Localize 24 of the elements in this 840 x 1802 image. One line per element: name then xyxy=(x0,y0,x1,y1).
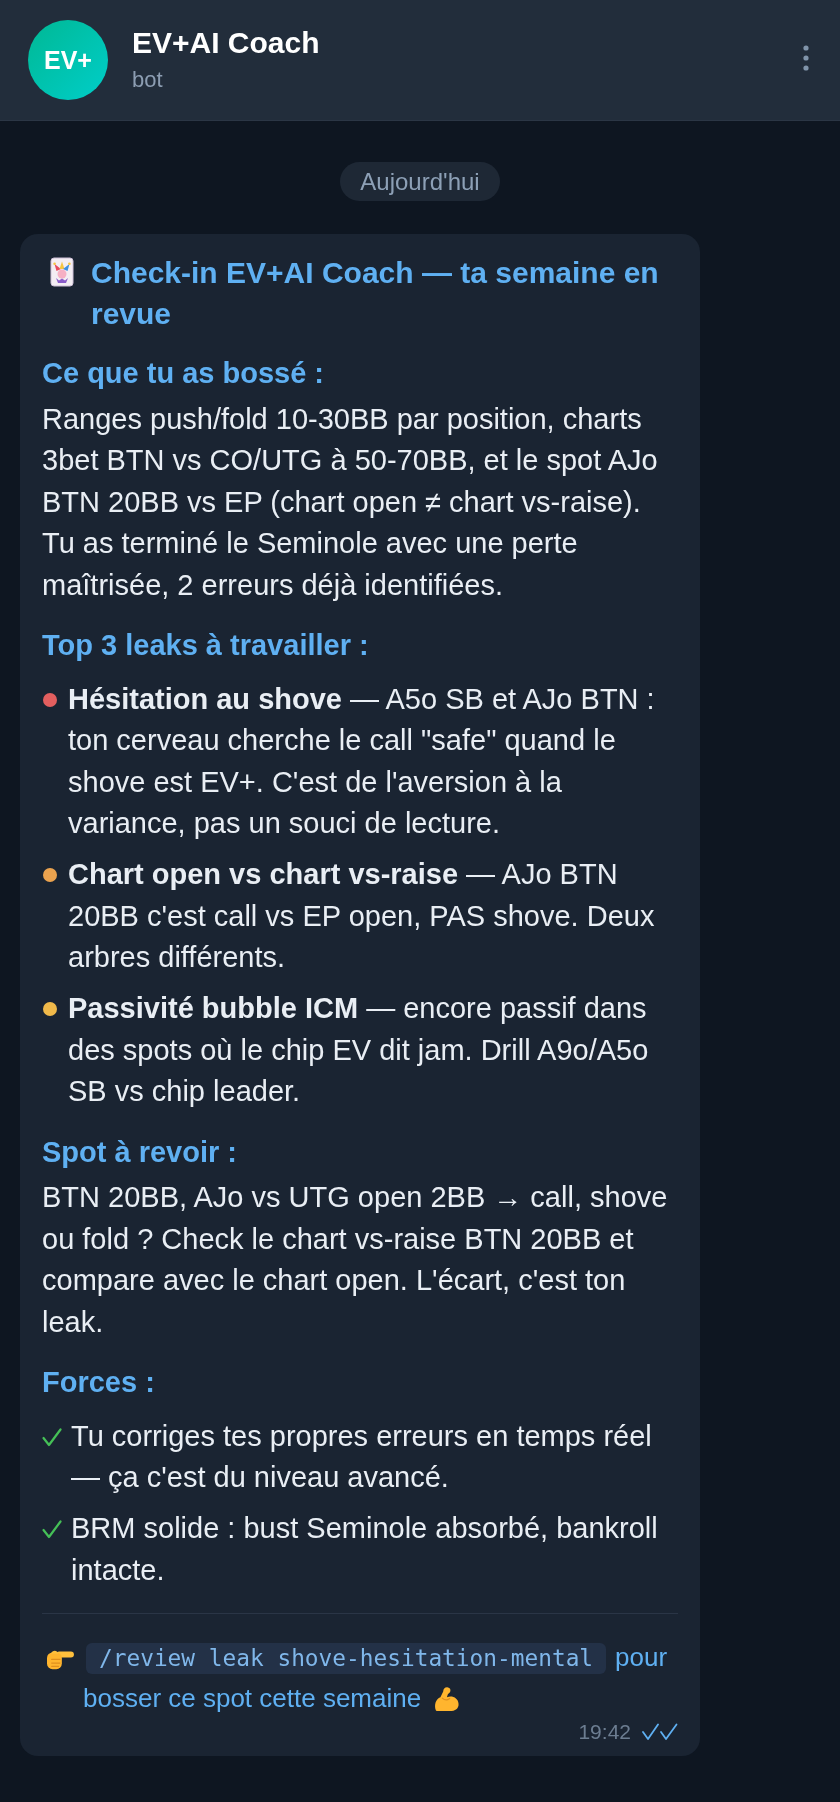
strength-item-text: BRM solide : bust Seminole absorbé, bankroll intacte. xyxy=(71,1511,659,1588)
section-text: BTN 20BB, AJo vs UTG open 2BB → call, shove ou fold ? Check le chart vs-raise BTN 20BB et compare avec le chart open. L'écart, c'est ton leak. xyxy=(42,1180,669,1340)
message-title: Check-in EV+AI Coach — ta semaine en revue xyxy=(91,255,660,332)
section-heading: Spot à revoir : xyxy=(42,1134,238,1170)
section-text: Ranges push/fold 10-30BB par position, charts 3bet BTN vs CO/UTG à 50-70BB, et le spot AJo BTN 20BB vs EP (chart open ≠ chart vs-raise). Tu as terminé le Seminole avec une perte maîtrisée, 2 erreurs déjà identifiées. xyxy=(42,401,659,603)
avatar: EV+ xyxy=(28,20,108,100)
section-heading: Top 3 leaks à travailler : xyxy=(42,628,370,663)
chat-subtitle: bot xyxy=(132,67,164,93)
leak-item-text: Passivité bubble ICM — encore passif dans des spots où le chip EV dit jam. Drill A9o/A5o SB vs chip leader. xyxy=(68,991,650,1109)
more-options-icon[interactable] xyxy=(803,45,809,71)
date-separator: Aujourd'hui xyxy=(340,162,500,201)
section-heading: Ce que tu as bossé : xyxy=(42,356,325,391)
check-icon xyxy=(42,1520,62,1539)
flexed-biceps-icon xyxy=(432,1686,461,1712)
command-code: /review leak shove-hesitation-mental xyxy=(86,1643,607,1674)
leak-item-text: Chart open vs chart vs-raise — AJo BTN 20BB c'est call vs EP open, PAS shove. Deux arbres différents. xyxy=(68,857,656,975)
check-icon xyxy=(42,1427,62,1447)
section-heading: Forces : xyxy=(42,1365,156,1400)
chat-title: EV+AI Coach xyxy=(132,26,321,60)
message-time: 19:42 xyxy=(578,1719,631,1745)
strength-item-text: Tu corriges tes propres erreurs en temps réel — ça c'est du niveau avancé. xyxy=(71,1418,653,1495)
leak-item-text: Hésitation au shove — A5o SB et AJo BTN : ton cerveau cherche le call "safe" quand le shove est EV+. C'est de l'aversion à la variance, pas un souci de lecture. xyxy=(68,681,656,841)
playing-card-icon xyxy=(50,257,74,287)
footer-text: /review leak shove-hesitation-mental pour bosser ce spot cette semaine xyxy=(83,1641,669,1715)
